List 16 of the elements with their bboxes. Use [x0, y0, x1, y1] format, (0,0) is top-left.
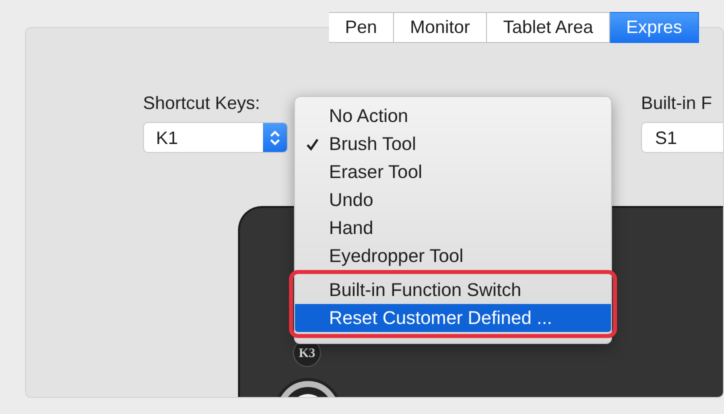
built-in-function-label: Built-in F: [641, 93, 714, 114]
tab[interactable]: Tablet Area: [487, 12, 610, 43]
menu-item[interactable]: Undo: [295, 186, 611, 214]
menu-item[interactable]: Eraser Tool: [295, 158, 611, 186]
menu-item[interactable]: Hand: [295, 214, 611, 242]
menu-item[interactable]: Reset Customer Defined ...: [289, 304, 617, 338]
checkmark-icon: [306, 138, 318, 150]
menu-item[interactable]: Eyedropper Tool: [295, 242, 611, 270]
shortcut-keys-label: Shortcut Keys:: [143, 93, 262, 114]
menu-item[interactable]: No Action: [295, 102, 611, 130]
built-in-function-select[interactable]: S1: [641, 122, 723, 153]
tab[interactable]: Monitor: [394, 12, 488, 43]
tab[interactable]: Pen: [329, 12, 394, 43]
menu-item[interactable]: Brush Tool: [295, 130, 611, 158]
tab[interactable]: Expres: [610, 12, 700, 43]
shortcut-key-select[interactable]: K1: [143, 122, 288, 153]
